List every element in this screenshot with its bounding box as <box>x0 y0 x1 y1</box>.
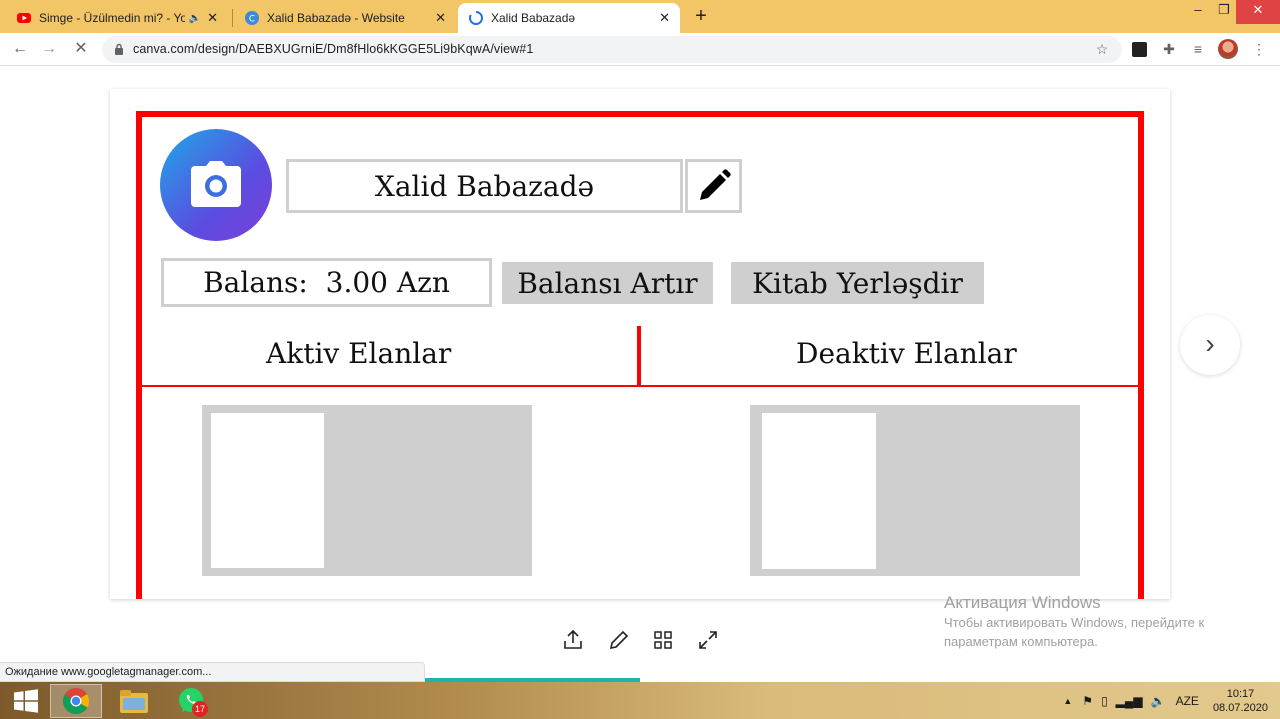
clock-time: 10:17 <box>1226 687 1255 700</box>
notification-badge: 17 <box>192 701 208 717</box>
active-ad-card[interactable] <box>202 405 532 576</box>
camera-icon <box>191 161 241 207</box>
close-tab-icon[interactable]: ✕ <box>659 10 670 26</box>
windows-logo-icon <box>14 689 38 713</box>
inactive-ad-card[interactable] <box>750 405 1080 576</box>
tab-inactive-ads[interactable]: Deaktiv Elanlar <box>796 337 1017 370</box>
ad-image-placeholder <box>211 413 324 568</box>
power-icon[interactable]: ▯ <box>1101 694 1108 708</box>
taskbar-chrome[interactable] <box>50 684 102 718</box>
share-icon[interactable] <box>561 628 585 652</box>
grid-view-icon[interactable] <box>651 628 675 652</box>
tab-separator <box>232 9 233 27</box>
close-window-icon[interactable]: ✕ <box>1236 0 1280 24</box>
close-tab-icon[interactable]: ✕ <box>435 10 446 26</box>
status-bar: Ожидание www.googletagmanager.com... <box>0 662 425 682</box>
divider <box>637 326 641 385</box>
forward-icon[interactable]: → <box>38 38 60 60</box>
watermark-line: параметрам компьютера. <box>944 634 1098 649</box>
tab-website[interactable]: C Xalid Babazadə - Website ✕ <box>234 3 456 33</box>
tab-active[interactable]: Xalid Babazadə ✕ <box>458 3 680 33</box>
volume-icon[interactable]: 🔈 <box>1151 694 1166 708</box>
windows-taskbar: 17 ▲ ⚑ ▯ ▂▄▆ 🔈 AZE 10:17 08.07.2020 <box>0 682 1280 719</box>
chrome-icon <box>62 688 90 715</box>
edit-icon[interactable] <box>607 628 631 652</box>
media-queue-icon[interactable]: ≡ <box>1188 39 1208 59</box>
watermark-line: Чтобы активировать Windows, перейдите к <box>944 615 1205 630</box>
balance-display: Balans: 3.00 Azn <box>161 258 492 307</box>
canva-icon: C <box>245 11 259 25</box>
new-tab-icon[interactable]: + <box>690 6 712 28</box>
tab-active-ads[interactable]: Aktiv Elanlar <box>266 337 451 370</box>
stop-icon[interactable]: ✕ <box>70 38 92 60</box>
flag-icon[interactable]: ⚑ <box>1082 694 1093 708</box>
browser-tab-bar: Simge - Üzülmedin mi? - YouTube 🔈 ✕ C Xa… <box>0 0 1280 33</box>
svg-text:C: C <box>249 15 255 25</box>
design-page: Xalid Babazadə Balans: 3.00 Azn Balansı … <box>110 89 1170 599</box>
system-tray: ▲ ⚑ ▯ ▂▄▆ 🔈 AZE 10:17 08.07.2020 <box>1063 682 1280 719</box>
back-icon[interactable]: ← <box>9 38 31 60</box>
place-book-button[interactable]: Kitab Yerləşdir <box>731 262 984 304</box>
network-icon[interactable]: ▂▄▆ <box>1116 694 1143 708</box>
divider <box>142 385 1138 387</box>
profile-avatar[interactable] <box>1218 39 1238 59</box>
close-tab-icon[interactable]: ✕ <box>207 10 218 26</box>
clock-date: 08.07.2020 <box>1212 701 1268 714</box>
tab-title: Xalid Babazadə <box>491 11 576 25</box>
url-text: canva.com/design/DAEBXUGrniE/Dm8fHlo6kKG… <box>133 42 534 56</box>
language-indicator[interactable]: AZE <box>1176 694 1199 708</box>
show-hidden-icons-icon[interactable]: ▲ <box>1063 696 1072 706</box>
fullscreen-icon[interactable] <box>696 628 720 652</box>
tab-title: Xalid Babazadə - Website <box>267 11 405 25</box>
extension-icon[interactable] <box>1129 39 1149 59</box>
speaker-icon[interactable]: 🔈 <box>189 13 201 24</box>
taskbar-whatsapp[interactable]: 17 <box>166 684 218 718</box>
profile-name: Xalid Babazadə <box>286 159 683 213</box>
tab-title: Simge - Üzülmedin mi? - YouTube <box>39 11 185 25</box>
pencil-icon <box>699 169 731 200</box>
clock[interactable]: 10:17 08.07.2020 <box>1213 687 1268 715</box>
taskbar-explorer[interactable] <box>108 684 160 718</box>
lock-icon[interactable] <box>114 43 124 56</box>
windows-activation-watermark: Активация Windows Чтобы активировать Win… <box>944 593 1204 651</box>
watermark-title: Активация Windows <box>944 593 1101 612</box>
edit-name-button[interactable] <box>685 159 742 213</box>
tab-youtube[interactable]: Simge - Üzülmedin mi? - YouTube 🔈 ✕ <box>6 3 228 33</box>
start-button[interactable] <box>0 684 52 718</box>
folder-icon <box>120 690 148 713</box>
youtube-icon <box>17 13 31 23</box>
menu-icon[interactable]: ⋮ <box>1249 39 1269 59</box>
ad-image-placeholder <box>762 413 876 569</box>
puzzle-icon[interactable]: ✚ <box>1159 39 1179 59</box>
address-bar[interactable]: canva.com/design/DAEBXUGrniE/Dm8fHlo6kKG… <box>102 36 1122 63</box>
top-up-balance-button[interactable]: Balansı Artır <box>502 262 713 304</box>
bookmark-star-icon[interactable]: ☆ <box>1092 39 1112 59</box>
loading-spinner-icon <box>469 11 483 25</box>
next-page-chevron-icon[interactable]: › <box>1180 315 1240 375</box>
browser-toolbar: ← → ✕ canva.com/design/DAEBXUGrniE/Dm8fH… <box>0 33 1280 66</box>
profile-photo-button[interactable] <box>160 129 272 241</box>
